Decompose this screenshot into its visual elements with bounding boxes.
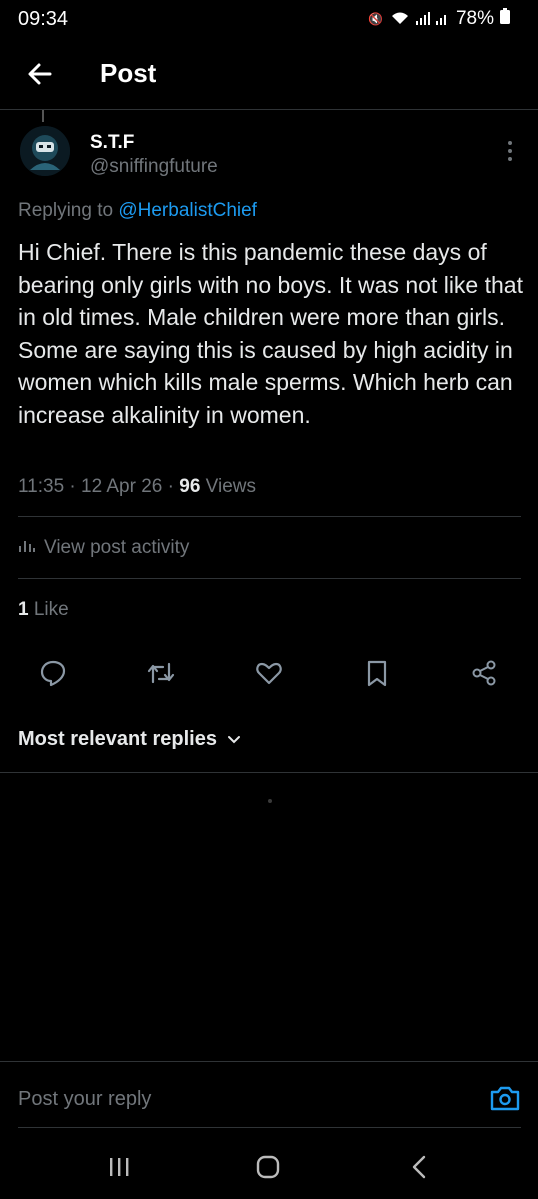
reply-icon[interactable]	[38, 658, 68, 688]
status-indicators: 🔇 78%	[368, 8, 510, 30]
post-meta: 11:35 · 12 Apr 26 · 96 Views	[18, 476, 256, 498]
thread-connector	[42, 110, 44, 122]
header-divider	[0, 109, 538, 110]
signal-icon	[415, 11, 450, 28]
likes-label: Like	[28, 599, 69, 620]
camera-icon[interactable]	[489, 1083, 521, 1113]
page-title: Post	[100, 58, 157, 88]
wifi-icon	[390, 11, 410, 28]
more-options-icon[interactable]	[500, 138, 520, 164]
divider	[18, 578, 521, 579]
view-activity-link[interactable]: View post activity	[18, 537, 189, 559]
divider	[18, 516, 521, 517]
recent-apps-icon[interactable]	[104, 1152, 134, 1182]
view-activity-label: View post activity	[44, 537, 190, 558]
reply-input[interactable]: Post your reply	[18, 1088, 151, 1111]
battery-icon	[500, 8, 510, 30]
replying-to: Replying to @HerbalistChief	[18, 200, 257, 222]
post-timestamp: 11:35 · 12 Apr 26 ·	[18, 476, 180, 497]
post-text: Hi Chief. There is this pandemic these d…	[18, 239, 523, 428]
views-count: 96	[179, 476, 201, 497]
author-name[interactable]: S.T.F	[90, 132, 134, 154]
loading-indicator	[268, 799, 272, 803]
mention-link[interactable]: @HerbalistChief	[118, 200, 257, 221]
status-time: 09:34	[18, 8, 69, 30]
bookmark-icon[interactable]	[362, 658, 392, 688]
chevron-down-icon	[227, 728, 241, 751]
likes-summary[interactable]: 1 Like	[18, 599, 69, 621]
back-arrow-icon[interactable]	[24, 58, 56, 90]
replying-prefix: Replying to	[18, 200, 119, 221]
divider	[18, 1127, 521, 1128]
like-icon[interactable]	[254, 658, 284, 688]
repost-icon[interactable]	[146, 658, 176, 688]
author-handle[interactable]: @sniffingfuture	[90, 156, 218, 178]
avatar[interactable]	[20, 126, 70, 176]
mute-icon: 🔇	[368, 12, 384, 26]
likes-count: 1	[18, 599, 29, 620]
divider	[0, 772, 538, 773]
divider	[0, 1061, 538, 1062]
share-icon[interactable]	[469, 658, 499, 688]
views-label: Views	[200, 476, 257, 497]
battery-percent: 78%	[455, 8, 494, 29]
sort-label: Most relevant replies	[18, 728, 217, 750]
back-nav-icon[interactable]	[405, 1152, 435, 1182]
replies-sort-dropdown[interactable]: Most relevant replies	[18, 728, 241, 751]
analytics-icon	[18, 537, 36, 559]
home-icon[interactable]	[253, 1152, 283, 1182]
